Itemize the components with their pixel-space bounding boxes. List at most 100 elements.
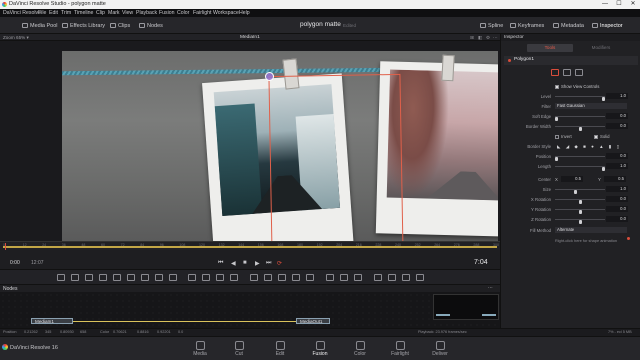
- menu-trim[interactable]: Trim: [61, 10, 71, 16]
- show-view-controls-checkbox[interactable]: Show View Controls: [555, 84, 599, 89]
- menu-edit[interactable]: Edit: [49, 10, 58, 16]
- menu-clip[interactable]: Clip: [96, 10, 105, 16]
- z-rotation-value[interactable]: 0.0: [606, 216, 628, 222]
- renderer3d-tool-icon[interactable]: [306, 274, 314, 281]
- matte-control-tool-icon[interactable]: [169, 274, 177, 281]
- border-style-buttons[interactable]: ◣ ◢ ◆ ■ ● ▲ ▮ ▯: [557, 144, 621, 150]
- shape3d-tool-icon[interactable]: [264, 274, 272, 281]
- x-rotation-value[interactable]: 0.0: [606, 196, 628, 202]
- page-cut[interactable]: Cut: [219, 339, 259, 360]
- ellipse-mask-icon[interactable]: [202, 274, 210, 281]
- y-rotation-value[interactable]: 0.0: [606, 206, 628, 212]
- keyframe-tab-icon[interactable]: [575, 69, 583, 76]
- pemitter-tool-icon[interactable]: [354, 274, 362, 281]
- effects-library-button[interactable]: Effects Library: [62, 21, 105, 30]
- x-rotation-slider-knob[interactable]: [578, 200, 582, 204]
- menu-help[interactable]: Help: [239, 10, 250, 16]
- menu-timeline[interactable]: Timeline: [74, 10, 93, 16]
- bspline-mask-icon[interactable]: [230, 274, 238, 281]
- particles-tool-icon[interactable]: [326, 274, 334, 281]
- size-slider[interactable]: [555, 189, 605, 194]
- merge3d-tool-icon[interactable]: [278, 274, 286, 281]
- page-color[interactable]: Color: [340, 339, 380, 360]
- soft-edge-slider-knob[interactable]: [555, 117, 558, 121]
- corner-positioner-tool-icon[interactable]: [402, 274, 410, 281]
- clips-button[interactable]: Clips: [110, 21, 130, 30]
- level-slider[interactable]: [555, 96, 605, 101]
- length-slider-knob[interactable]: [602, 167, 605, 171]
- brightness-tool-icon[interactable]: [141, 274, 149, 281]
- filter-dropdown[interactable]: Fast Gaussian: [555, 103, 627, 109]
- minimize-button[interactable]: —: [598, 0, 612, 9]
- settings-tab-icon[interactable]: [563, 69, 571, 76]
- position-slider[interactable]: [555, 156, 605, 161]
- z-rotation-slider-knob[interactable]: [578, 220, 582, 224]
- border-width-slider-knob[interactable]: [578, 127, 582, 131]
- center-x-value[interactable]: 0.5: [561, 176, 583, 182]
- play-reverse-button[interactable]: ◀: [231, 260, 236, 267]
- shape-animation-hint[interactable]: Right-click here for shape animation: [555, 238, 617, 243]
- x-rotation-slider[interactable]: [555, 199, 605, 204]
- page-fusion[interactable]: Fusion: [300, 339, 340, 360]
- timecode-start[interactable]: 0:00: [10, 260, 20, 266]
- polygon-mask-outline[interactable]: [268, 73, 404, 257]
- delta-keyer-tool-icon[interactable]: [416, 274, 424, 281]
- tab-tools[interactable]: Tools: [527, 44, 573, 52]
- length-value[interactable]: 1.0: [606, 163, 628, 169]
- inspector-button[interactable]: Inspector: [592, 21, 623, 30]
- menu-fairlight[interactable]: Fairlight: [193, 10, 211, 16]
- controls-tab-icon[interactable]: [551, 69, 559, 76]
- soft-edge-value[interactable]: 0.0: [606, 113, 628, 119]
- fill-method-dropdown[interactable]: Alternate: [555, 227, 627, 233]
- timecode-end[interactable]: 12:07: [31, 260, 44, 266]
- menu-davinci-resolve[interactable]: DaVinci Resolve: [3, 10, 41, 16]
- menu-fusion[interactable]: Fusion: [159, 10, 175, 16]
- metadata-button[interactable]: Metadata: [553, 21, 584, 30]
- level-value[interactable]: 1.0: [606, 93, 628, 99]
- size-value[interactable]: 1.0: [606, 186, 628, 192]
- maximize-button[interactable]: ☐: [612, 0, 626, 9]
- planar-tracker-tool-icon[interactable]: [388, 274, 396, 281]
- z-rotation-slider[interactable]: [555, 219, 605, 224]
- go-to-start-button[interactable]: ⏮: [218, 260, 223, 267]
- y-rotation-slider[interactable]: [555, 209, 605, 214]
- page-deliver[interactable]: Deliver: [420, 339, 460, 360]
- menu-view[interactable]: View: [122, 10, 133, 16]
- menu-file[interactable]: File: [38, 10, 46, 16]
- soft-edge-slider[interactable]: [555, 116, 605, 121]
- loop-button[interactable]: ⟳: [277, 260, 282, 267]
- level-slider-knob[interactable]: [602, 97, 605, 101]
- nodes-more-icon[interactable]: ⋯: [488, 285, 493, 291]
- go-to-end-button[interactable]: ⏭: [266, 260, 271, 267]
- viewer[interactable]: [0, 41, 500, 283]
- play-button[interactable]: ▶: [255, 260, 260, 267]
- invert-checkbox[interactable]: Invert: [555, 134, 572, 139]
- position-slider-knob[interactable]: [555, 157, 558, 161]
- time-ruler[interactable]: 0 12 24 36 48 60 72 84 96 108 120 132 144 156 168 180 19…: [0, 241, 500, 251]
- tab-modifiers[interactable]: Modifiers: [578, 44, 624, 52]
- keyframes-button[interactable]: Keyframes: [510, 21, 544, 30]
- media-pool-button[interactable]: Media Pool: [22, 21, 58, 30]
- border-width-value[interactable]: 0.0: [606, 123, 628, 129]
- tracker-tool-icon[interactable]: [374, 274, 382, 281]
- border-width-slider[interactable]: [555, 126, 605, 131]
- blur-tool-icon[interactable]: [113, 274, 121, 281]
- menu-mark[interactable]: Mark: [108, 10, 120, 16]
- background-tool-icon[interactable]: [57, 274, 65, 281]
- merge-tool-icon[interactable]: [99, 274, 107, 281]
- polygon-mask-icon[interactable]: [216, 274, 224, 281]
- node-mediaout1[interactable]: MediaOut1: [296, 318, 330, 324]
- node-minimap[interactable]: [433, 294, 499, 320]
- camera3d-tool-icon[interactable]: [292, 274, 300, 281]
- color-corrector-tool-icon[interactable]: [127, 274, 135, 281]
- y-rotation-slider-knob[interactable]: [578, 210, 582, 214]
- menu-playback[interactable]: Playback: [136, 10, 157, 16]
- polygon-control-point[interactable]: [265, 72, 274, 81]
- length-slider[interactable]: [555, 166, 605, 171]
- stop-button[interactable]: ■: [243, 260, 247, 266]
- text3d-tool-icon[interactable]: [250, 274, 258, 281]
- center-y-value[interactable]: 0.5: [604, 176, 626, 182]
- text-tool-icon[interactable]: [85, 274, 93, 281]
- nodes-button[interactable]: Nodes: [139, 21, 163, 30]
- position-value[interactable]: 0.0: [606, 153, 628, 159]
